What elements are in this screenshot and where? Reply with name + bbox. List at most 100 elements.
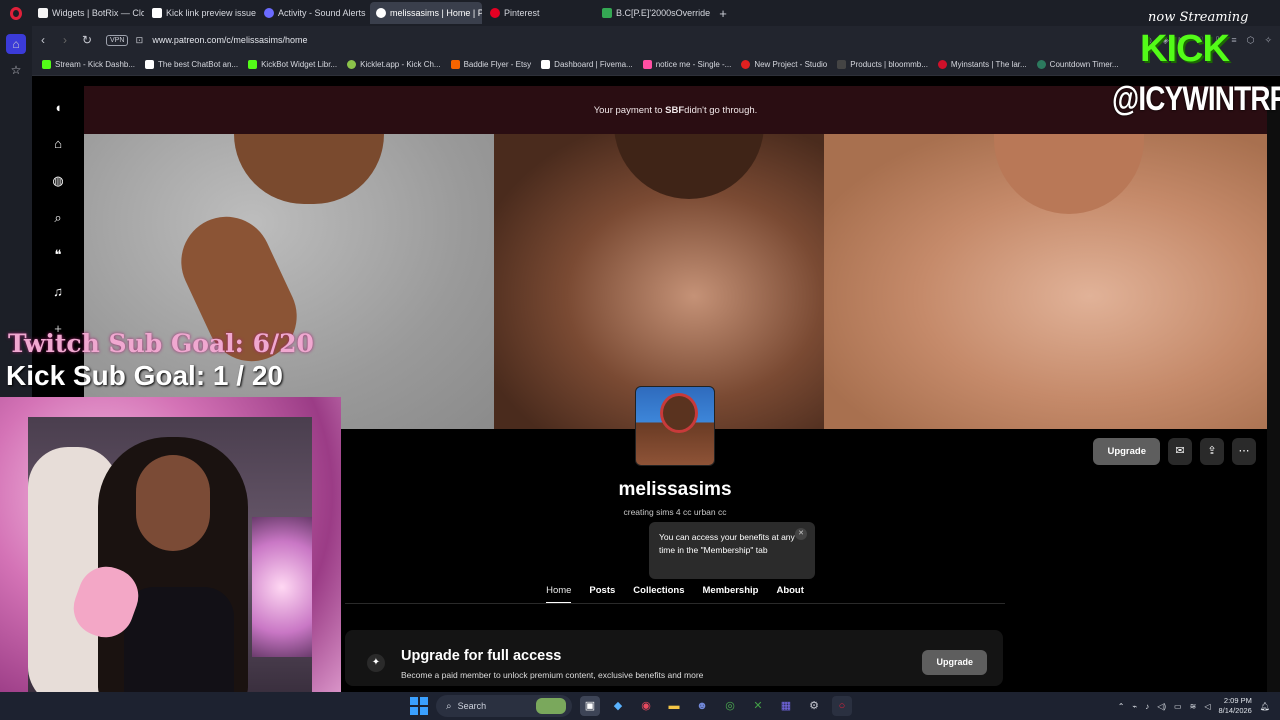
pinterest-icon	[490, 8, 500, 18]
vpn-badge[interactable]: VPN	[106, 34, 129, 46]
tab-collections[interactable]: Collections	[633, 584, 684, 604]
star-icon[interactable]: ☆	[9, 63, 23, 77]
patreon-icon	[376, 8, 386, 18]
system-tray: ⌃ ⌁ ♪ ◁) ▭ ≋ ◁ 2:09 PM 8/14/2026 🔔︎	[1118, 692, 1270, 720]
discord-icon[interactable]: ☻	[692, 696, 712, 716]
search-icon[interactable]: ⌕	[50, 210, 66, 226]
bookmark-item[interactable]: notice me - Single -...	[642, 60, 731, 69]
upgrade-button[interactable]: Upgrade	[1093, 438, 1160, 465]
back-icon[interactable]: ‹	[32, 33, 54, 47]
tab-about[interactable]: About	[776, 584, 803, 604]
settings-icon[interactable]: ⚙	[804, 696, 824, 716]
excel-icon[interactable]: ✕	[748, 696, 768, 716]
reload-icon[interactable]: ↻	[76, 33, 98, 47]
mail-icon[interactable]: ✉	[1168, 438, 1192, 465]
opera-logo-icon[interactable]	[0, 0, 32, 26]
extensions-icon[interactable]: ⬡	[1247, 35, 1255, 46]
network-icon[interactable]: ⌁	[1132, 702, 1137, 711]
speaker-icon[interactable]: ◁)	[1157, 702, 1166, 711]
chat-icon[interactable]: ❝	[50, 247, 66, 263]
mic-icon[interactable]: ♪	[1145, 702, 1149, 711]
upgrade-card: ✦ Upgrade for full access Become a paid …	[345, 630, 1003, 686]
fivem-icon	[541, 60, 551, 69]
wifi-icon[interactable]: ≋	[1190, 702, 1197, 711]
volume-icon[interactable]: ◁	[1204, 702, 1210, 711]
bookmark-label: Baddie Flyer - Etsy	[463, 60, 532, 69]
etsy-icon	[450, 60, 460, 69]
patreon-logo-icon[interactable]: ◖	[50, 100, 66, 116]
bookmark-item[interactable]: Baddie Flyer - Etsy	[450, 60, 532, 69]
tabs-divider	[345, 603, 1005, 604]
tab-membership[interactable]: Membership	[703, 584, 759, 604]
bookmark-label: New Project - Studio	[754, 60, 828, 69]
ai-icon[interactable]: ✧	[1264, 35, 1272, 46]
new-tab-button[interactable]: +	[712, 6, 734, 21]
webcam-feed	[28, 417, 312, 693]
tab-home[interactable]: Home	[546, 584, 572, 604]
search-highlight-image	[536, 698, 566, 714]
bookmark-label: Countdown Timer...	[1049, 60, 1119, 69]
share-icon[interactable]: ⇪	[1200, 438, 1224, 465]
windows-taskbar: ⌕ Search ▣ ◆ ◉ ▬ ☻ ◎ ✕ ▦ ⚙ ○ ⌃ ⌁ ♪ ◁) ▭ …	[0, 692, 1280, 720]
tab-sound-alerts[interactable]: Activity - Sound Alerts	[258, 2, 368, 24]
bookmark-item[interactable]: New Project - Studio	[741, 60, 827, 69]
close-icon[interactable]: ✕	[795, 528, 807, 540]
copilot-icon[interactable]: ◆	[608, 696, 628, 716]
tab-pinterest[interactable]: Pinterest	[484, 2, 594, 24]
windows-start-icon[interactable]	[410, 697, 428, 715]
bookmark-item[interactable]: The best ChatBot an...	[145, 60, 238, 69]
bookmark-label: The best ChatBot an...	[158, 60, 239, 69]
taskbar-search[interactable]: ⌕ Search	[436, 695, 572, 717]
tab-posts[interactable]: Posts	[589, 584, 615, 604]
task-view-icon[interactable]: ▣	[580, 696, 600, 716]
page-scrollbar[interactable]	[1267, 86, 1280, 696]
banner-text-pre: Your payment to	[593, 104, 663, 116]
creator-avatar[interactable]	[635, 386, 715, 466]
clock-time: 2:09 PM	[1223, 696, 1252, 705]
bookmark-label: Myinstants | The lar...	[950, 60, 1027, 69]
bookmark-item[interactable]: Countdown Timer...	[1036, 60, 1119, 69]
opera-taskbar-icon[interactable]: ○	[832, 696, 852, 716]
forward-icon[interactable]: ›	[54, 33, 76, 47]
opera-gx-icon[interactable]: ◉	[636, 696, 656, 716]
lock-icon[interactable]: ⊡	[132, 35, 146, 46]
notification-bell-icon[interactable]: 🔔︎	[1260, 702, 1270, 711]
bookmark-label: Products | bloommb...	[850, 60, 928, 69]
bookmark-label: KickBot Widget Libr...	[261, 60, 338, 69]
more-icon[interactable]: ⋯	[1232, 438, 1256, 465]
streamer-handle: @ICYWINTRR	[1112, 80, 1280, 118]
bookmark-item[interactable]: Dashboard | Fivema...	[541, 60, 633, 69]
upgrade-card-subtitle: Become a paid member to unlock premium c…	[401, 670, 704, 680]
tab-kick-preview[interactable]: Kick link preview issue	[146, 2, 256, 24]
bookmark-item[interactable]: KickBot Widget Libr...	[248, 60, 337, 69]
twitch-sub-goal: Twitch Sub Goal: 6/20	[8, 329, 314, 358]
tab-patreon[interactable]: melissasims | Home | Patr	[370, 2, 482, 24]
bloom-icon	[837, 60, 847, 69]
bookmark-item[interactable]: Products | bloommb...	[837, 60, 928, 69]
now-streaming-text: now Streaming	[1148, 10, 1249, 25]
tab-drive[interactable]: B.C[P.E]'2000sOverrides'F	[596, 2, 710, 24]
bookmark-item[interactable]: Myinstants | The lar...	[937, 60, 1027, 69]
home-icon[interactable]: ⌂	[50, 136, 66, 152]
bookmark-item[interactable]: Stream - Kick Dashb...	[42, 60, 135, 69]
apps-grid-icon[interactable]: ▦	[776, 696, 796, 716]
studio-icon	[741, 60, 751, 69]
globe-icon[interactable]: ◍	[50, 173, 66, 189]
menu-icon[interactable]: ≡	[1231, 35, 1236, 46]
upgrade-card-button[interactable]: Upgrade	[922, 650, 987, 675]
sparkle-icon: ✦	[367, 654, 385, 672]
bookmark-item[interactable]: Kicklet.app - Kick Ch...	[347, 60, 441, 69]
file-explorer-icon[interactable]: ▬	[664, 696, 684, 716]
url-field[interactable]: www.patreon.com/c/melissasims/home	[152, 35, 307, 45]
upgrade-card-title: Upgrade for full access	[401, 648, 562, 664]
tab-label: B.C[P.E]'2000sOverrides'F	[616, 8, 710, 18]
payment-failed-banner: Your payment to SBF didn't go through.	[84, 86, 1267, 134]
chevron-up-icon[interactable]: ⌃	[1118, 702, 1125, 711]
tab-botrix[interactable]: Widgets | BotRix — Cloud	[32, 2, 144, 24]
banner-creator[interactable]: SBF	[665, 105, 684, 116]
chrome-icon[interactable]: ◎	[720, 696, 740, 716]
bell-icon[interactable]: ♫	[50, 284, 66, 300]
clock[interactable]: 2:09 PM 8/14/2026	[1218, 696, 1251, 716]
home-icon[interactable]: ⌂	[6, 34, 26, 54]
display-icon[interactable]: ▭	[1174, 702, 1182, 711]
